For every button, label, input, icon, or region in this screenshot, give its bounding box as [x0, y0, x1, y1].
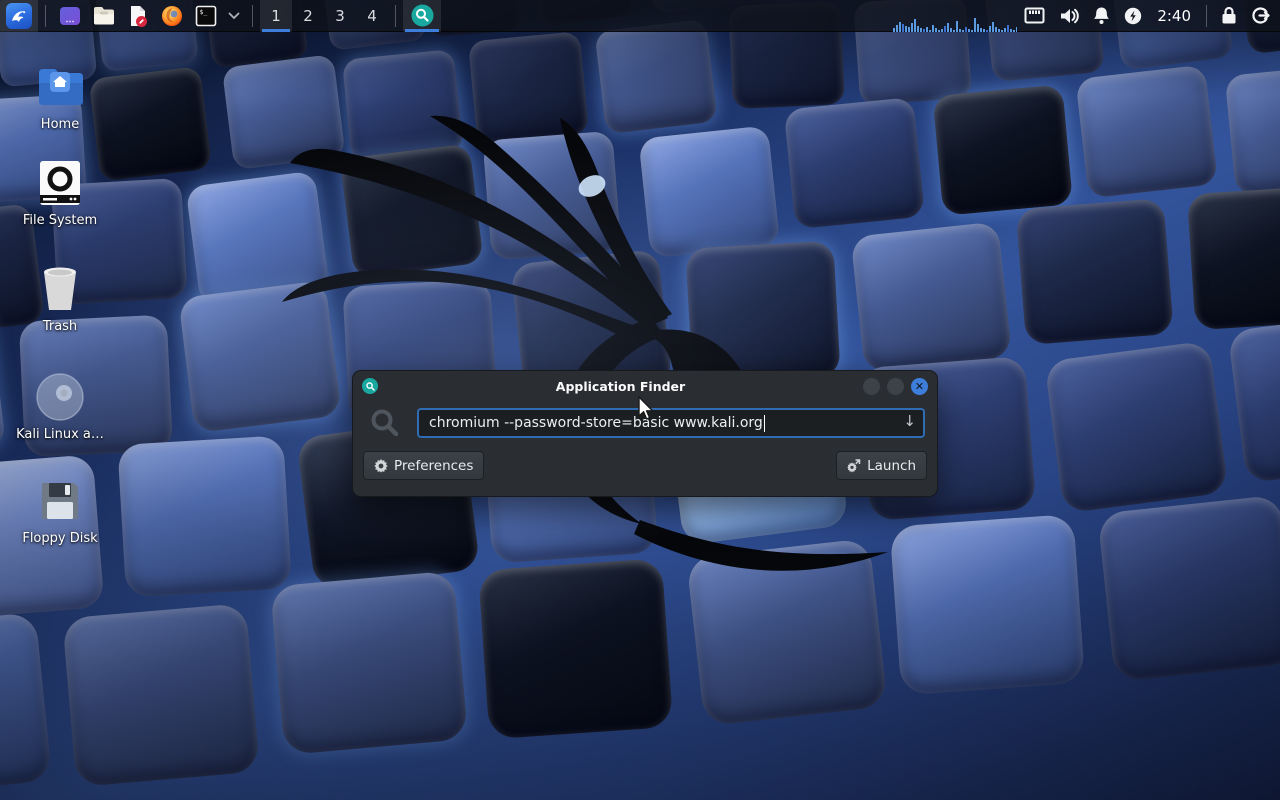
workspace-number: 2	[303, 7, 313, 25]
preferences-button[interactable]: Preferences	[363, 451, 484, 480]
top-panel: $_ 1 2 3 4	[0, 0, 1280, 32]
logout-icon	[1251, 6, 1270, 25]
panel-separator	[395, 5, 396, 27]
launcher-terminal[interactable]: $_	[189, 0, 223, 32]
workspace-button-1[interactable]: 1	[260, 0, 292, 32]
close-icon: ✕	[915, 381, 924, 392]
network-tray-button[interactable]	[1017, 0, 1052, 32]
desktop-icon-label: Floppy Disk	[22, 531, 97, 546]
mouse-cursor	[637, 396, 657, 422]
launch-gear-icon	[847, 459, 861, 473]
power-plugged-icon	[1124, 7, 1142, 25]
taskbar-application-finder[interactable]	[403, 0, 441, 32]
volume-tray-button[interactable]	[1052, 0, 1086, 32]
launcher-files[interactable]	[53, 0, 87, 32]
close-button[interactable]: ✕	[911, 378, 928, 395]
desktop-icon-label: Kali Linux a…	[16, 427, 104, 442]
maximize-button[interactable]	[887, 378, 904, 395]
launch-label: Launch	[867, 458, 916, 474]
workspace-number: 1	[271, 7, 281, 25]
lock-icon	[1221, 6, 1237, 25]
application-finder-icon	[411, 4, 434, 27]
bell-icon	[1093, 6, 1110, 25]
desktop-icon-file-system[interactable]: File System	[4, 156, 116, 228]
lock-screen-button[interactable]	[1214, 0, 1244, 32]
text-editor-icon	[126, 4, 150, 28]
network-monitor-graph	[891, 0, 1017, 32]
terminal-icon: $_	[194, 4, 218, 28]
desktop-icon-label: File System	[23, 213, 97, 228]
workspace-button-4[interactable]: 4	[356, 0, 388, 32]
file-manager-icon	[92, 4, 116, 28]
application-finder-window: Application Finder ✕ chromium --password…	[352, 370, 938, 497]
workspace-button-2[interactable]: 2	[292, 0, 324, 32]
workspace-number: 3	[335, 7, 345, 25]
desktop-icon-trash[interactable]: Trash	[4, 262, 116, 334]
trash-can-icon	[33, 262, 87, 316]
logout-button[interactable]	[1244, 0, 1280, 32]
desktop-icon-kali-cd[interactable]: Kali Linux a…	[4, 370, 116, 442]
panel-separator	[45, 5, 46, 27]
minimize-button[interactable]	[863, 378, 880, 395]
kali-logo-icon	[6, 3, 32, 29]
gear-icon	[374, 459, 388, 473]
svg-text:$_: $_	[200, 8, 208, 16]
files-app-icon	[58, 4, 82, 28]
desktop-icon-label: Home	[41, 117, 79, 132]
workspace-number: 4	[367, 7, 377, 25]
panel-separator	[1206, 5, 1207, 27]
panel-separator	[252, 5, 253, 27]
terminal-dropdown-button[interactable]	[223, 0, 245, 32]
window-app-icon	[362, 378, 378, 394]
command-input[interactable]: chromium --password-store=basic www.kali…	[417, 408, 925, 438]
floppy-disk-icon	[33, 474, 87, 528]
desktop-icon-home[interactable]: Home	[4, 60, 116, 132]
applications-menu-button[interactable]	[0, 0, 38, 32]
history-dropdown-arrow[interactable]: ↓	[903, 412, 916, 430]
cdrom-disc-icon	[33, 370, 87, 424]
ethernet-icon	[1024, 7, 1045, 24]
home-folder-icon	[33, 60, 87, 114]
desktop-icon-label: Trash	[43, 319, 77, 334]
speaker-icon	[1059, 7, 1079, 25]
notifications-tray-button[interactable]	[1086, 0, 1117, 32]
chevron-down-icon	[228, 12, 240, 20]
panel-clock[interactable]: 2:40	[1149, 7, 1199, 25]
search-magnifier-icon	[365, 407, 405, 439]
firefox-icon	[160, 4, 184, 28]
launch-button[interactable]: Launch	[836, 451, 927, 480]
command-input-value: chromium --password-store=basic www.kali…	[429, 415, 763, 431]
launcher-firefox[interactable]	[155, 0, 189, 32]
hard-drive-icon	[33, 156, 87, 210]
desktop-icon-floppy[interactable]: Floppy Disk	[4, 474, 116, 546]
launcher-text-editor[interactable]	[121, 0, 155, 32]
window-title: Application Finder	[378, 379, 863, 394]
text-caret	[764, 415, 765, 432]
launcher-file-manager[interactable]	[87, 0, 121, 32]
preferences-label: Preferences	[394, 458, 473, 474]
workspace-button-3[interactable]: 3	[324, 0, 356, 32]
power-manager-tray-button[interactable]	[1117, 0, 1149, 32]
